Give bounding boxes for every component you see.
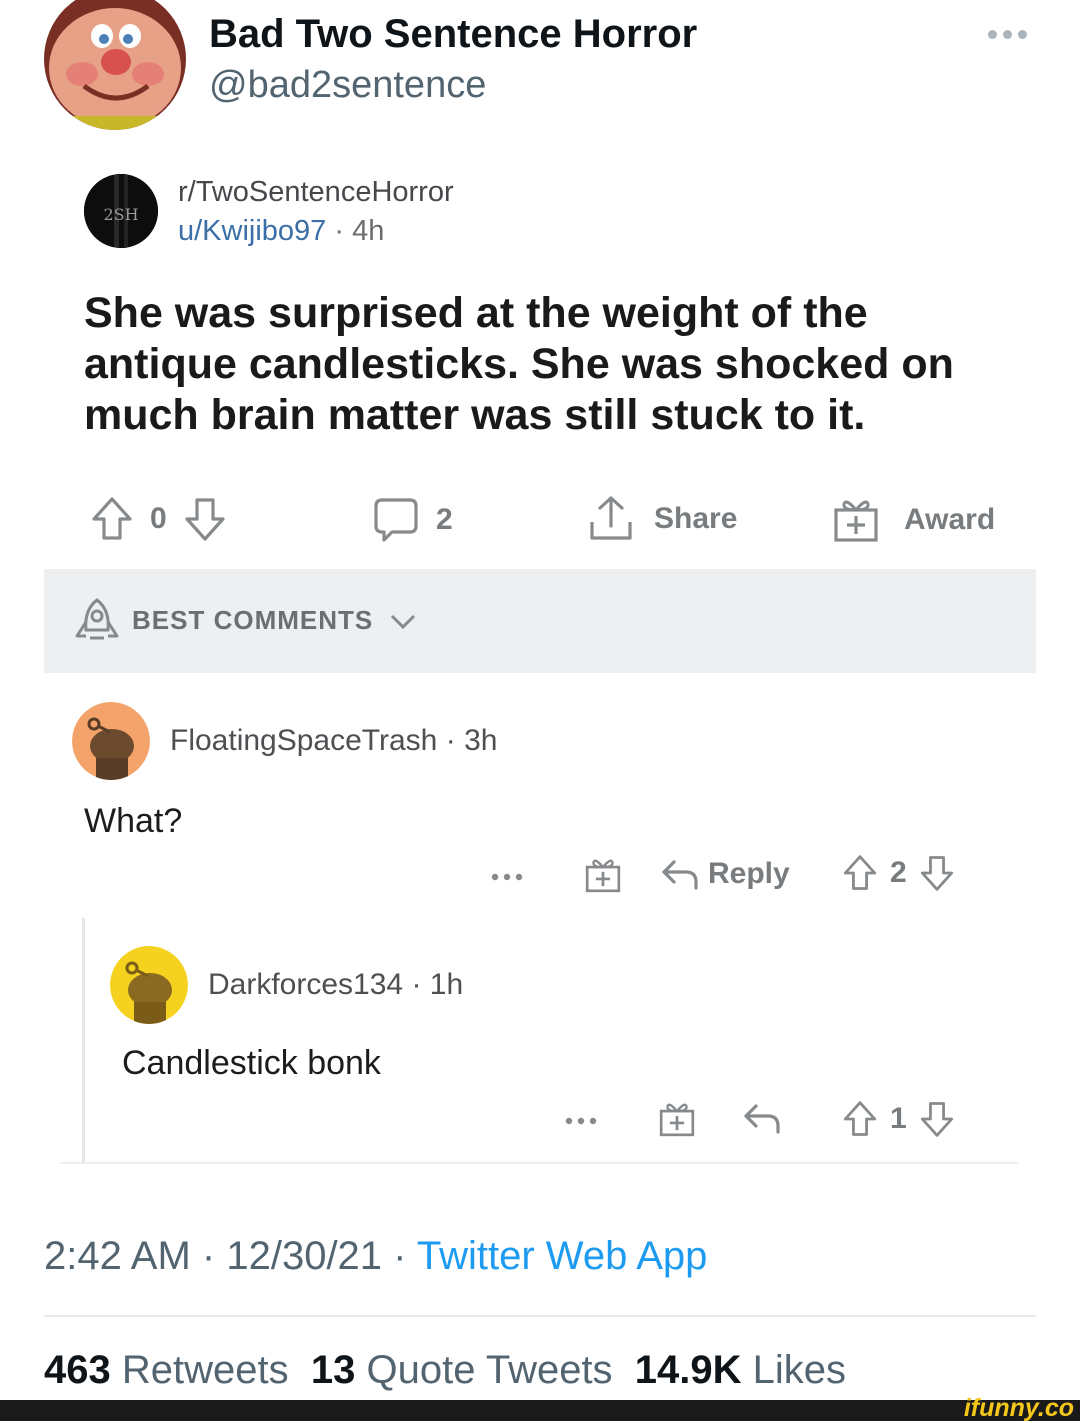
- subreddit-avatar-text: 2SH: [103, 205, 138, 224]
- comment-author[interactable]: Darkforces134: [208, 968, 403, 1001]
- comment-author[interactable]: FloatingSpaceTrash: [170, 724, 437, 757]
- gift-icon: [832, 496, 880, 544]
- comment-more-icon[interactable]: [564, 1116, 598, 1126]
- subreddit-name[interactable]: r/TwoSentenceHorror: [178, 176, 454, 209]
- comment-header: FloatingSpaceTrash · 3h: [170, 724, 497, 758]
- watermark-bar: [0, 1400, 1080, 1421]
- post-vote-group: 0: [90, 496, 227, 542]
- comment-vote-count: 2: [890, 856, 907, 889]
- comment-more-icon[interactable]: [490, 872, 524, 882]
- share-icon: [586, 494, 636, 544]
- post-age: 4h: [352, 215, 385, 247]
- meta-separator: ·: [445, 724, 456, 757]
- post-meta: u/Kwijibo97 · 4h: [178, 215, 384, 248]
- comment-vote-group: 1: [842, 1100, 955, 1138]
- user-handle[interactable]: @bad2sentence: [209, 64, 486, 107]
- tweet-source-app[interactable]: Twitter Web App: [417, 1234, 708, 1278]
- divider: [44, 1315, 1036, 1317]
- post-author[interactable]: u/Kwijibo97: [178, 215, 326, 247]
- reply-button[interactable]: Reply: [660, 856, 790, 892]
- retweets-label: Retweets: [121, 1348, 289, 1392]
- watermark: ifunny.co: [963, 1394, 1074, 1422]
- best-comments-sort[interactable]: BEST COMMENTS: [132, 605, 417, 636]
- comment-age: 3h: [464, 724, 498, 757]
- tweet-time[interactable]: 2:42 AM: [44, 1234, 191, 1278]
- comments-button[interactable]: 2: [372, 496, 453, 544]
- share-button[interactable]: Share: [586, 494, 737, 544]
- gift-icon[interactable]: [584, 856, 622, 894]
- upvote-icon[interactable]: [842, 1100, 878, 1138]
- subreddit-avatar: 2SH: [84, 174, 158, 248]
- comment-avatar[interactable]: [72, 702, 150, 780]
- gift-icon[interactable]: [658, 1100, 696, 1138]
- downvote-icon[interactable]: [183, 496, 227, 542]
- reply-label: Reply: [708, 857, 790, 890]
- award-button[interactable]: Award: [832, 496, 995, 544]
- more-dots-icon[interactable]: [988, 24, 1034, 44]
- meta-separator: ·: [334, 215, 345, 247]
- display-name[interactable]: Bad Two Sentence Horror: [209, 12, 697, 57]
- comment-body: What?: [84, 802, 183, 840]
- likes-count: 14.9K: [634, 1348, 742, 1392]
- post-title[interactable]: She was surprised at the weight of the a…: [84, 288, 1004, 441]
- upvote-icon[interactable]: [842, 854, 878, 892]
- retweets-count: 463: [44, 1348, 111, 1392]
- quote-tweets-stat[interactable]: 13 Quote Tweets: [311, 1348, 613, 1392]
- post-vote-count: 0: [150, 502, 167, 535]
- quotes-label: Quote Tweets: [366, 1348, 613, 1392]
- divider: [60, 1162, 1018, 1164]
- meta-separator: ·: [201, 1234, 216, 1278]
- tweet-date[interactable]: 12/30/21: [226, 1234, 382, 1278]
- comment-bubble-icon: [372, 496, 420, 544]
- downvote-icon[interactable]: [919, 1100, 955, 1138]
- chevron-down-icon: [389, 613, 417, 631]
- profile-avatar[interactable]: [44, 0, 186, 130]
- reply-arrow-icon[interactable]: [742, 1100, 782, 1136]
- share-label: Share: [654, 502, 738, 535]
- quotes-count: 13: [310, 1348, 356, 1392]
- downvote-icon[interactable]: [919, 854, 955, 892]
- tweet-timestamp: 2:42 AM · 12/30/21 · Twitter Web App: [44, 1234, 707, 1279]
- comment-header: Darkforces134 · 1h: [208, 968, 463, 1002]
- upvote-icon[interactable]: [90, 496, 134, 542]
- comment-vote-group: 2: [842, 854, 955, 892]
- likes-stat[interactable]: 14.9K Likes: [635, 1348, 846, 1392]
- retweets-stat[interactable]: 463 Retweets: [44, 1348, 289, 1392]
- thread-line[interactable]: [82, 918, 85, 1164]
- rocket-icon: [72, 596, 122, 646]
- likes-label: Likes: [752, 1348, 847, 1392]
- reply-arrow-icon: [660, 856, 700, 892]
- comment-avatar[interactable]: [110, 946, 188, 1024]
- comment-vote-count: 1: [890, 1102, 907, 1135]
- comment-body: Candlestick bonk: [122, 1044, 381, 1082]
- meta-separator: ·: [393, 1234, 407, 1278]
- meta-separator: ·: [411, 968, 422, 1001]
- award-label: Award: [904, 503, 996, 536]
- comment-age: 1h: [429, 968, 464, 1001]
- comment-count: 2: [436, 503, 453, 536]
- best-comments-label: BEST COMMENTS: [132, 605, 374, 635]
- tweet-stats: 463 Retweets 13 Quote Tweets 14.9K Likes: [44, 1348, 846, 1393]
